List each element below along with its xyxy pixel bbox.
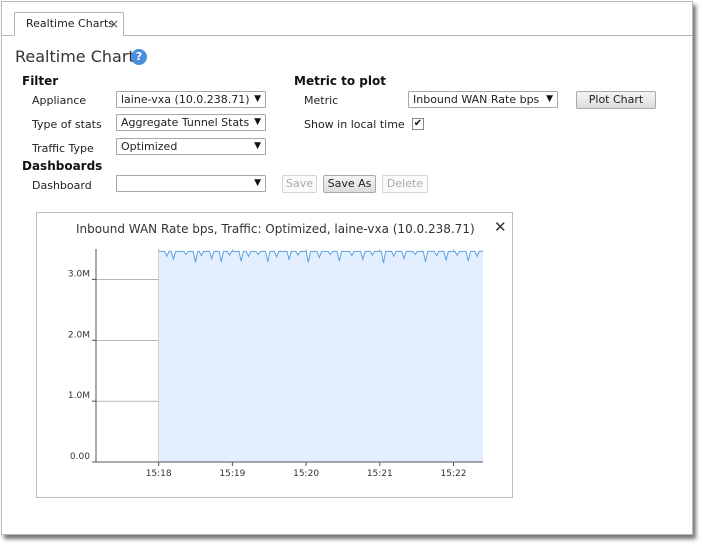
save-as-button[interactable]: Save As (323, 175, 376, 193)
metric-value: Inbound WAN Rate bps (413, 93, 540, 106)
plot-chart-button[interactable]: Plot Chart (576, 91, 656, 109)
appliance-label: Appliance (32, 94, 87, 107)
tab-bar: Realtime Charts × (2, 2, 692, 36)
metric-select[interactable]: Inbound WAN Rate bps ▼ (408, 91, 558, 108)
save-button[interactable]: Save (282, 175, 317, 193)
delete-button[interactable]: Delete (382, 175, 428, 193)
chart-title: Inbound WAN Rate bps, Traffic: Optimized… (76, 222, 475, 236)
traffic-type-value: Optimized (121, 140, 178, 153)
chevron-down-icon: ▼ (254, 94, 261, 104)
appliance-select[interactable]: laine-vxa (10.0.238.71) ▼ (116, 91, 266, 108)
close-chart-icon[interactable]: ✕ (494, 218, 507, 236)
help-icon[interactable]: ? (131, 49, 147, 65)
traffic-type-label: Traffic Type (32, 142, 94, 155)
local-time-label: Show in local time (304, 118, 405, 131)
filter-heading: Filter (22, 74, 59, 88)
chevron-down-icon: ▼ (546, 94, 553, 104)
tab-label: Realtime Charts (26, 17, 115, 30)
metric-heading: Metric to plot (294, 74, 386, 88)
type-of-stats-select[interactable]: Aggregate Tunnel Stats ▼ (116, 114, 266, 131)
type-of-stats-label: Type of stats (32, 118, 102, 131)
chevron-down-icon: ▼ (254, 178, 261, 188)
traffic-type-select[interactable]: Optimized ▼ (116, 138, 266, 155)
local-time-checkbox[interactable]: ✔ (412, 118, 424, 130)
tab-realtime-charts[interactable]: Realtime Charts × (14, 12, 124, 36)
type-of-stats-value: Aggregate Tunnel Stats (121, 116, 250, 129)
chevron-down-icon: ▼ (254, 141, 261, 151)
dashboards-heading: Dashboards (22, 159, 103, 173)
appliance-value: laine-vxa (10.0.238.71) (121, 93, 250, 106)
chevron-down-icon: ▼ (254, 117, 261, 127)
chart-panel (36, 212, 513, 498)
close-tab-icon[interactable]: × (109, 13, 119, 35)
dashboard-select[interactable]: ▼ (116, 175, 266, 192)
dashboard-label: Dashboard (32, 179, 92, 192)
metric-label: Metric (304, 94, 339, 107)
page-title: Realtime Charts (15, 47, 144, 66)
